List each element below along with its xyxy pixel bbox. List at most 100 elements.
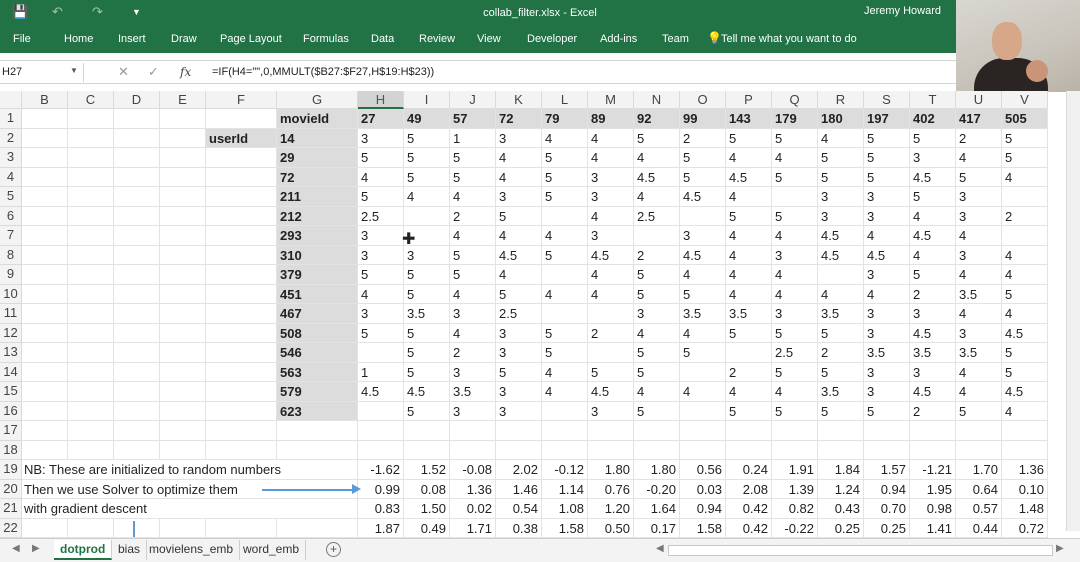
row-header-14[interactable]: 14	[0, 362, 22, 382]
rating-cell[interactable]: 5	[864, 401, 910, 421]
rating-cell[interactable]: 4	[956, 362, 1002, 382]
rating-cell[interactable]: 4	[818, 284, 864, 304]
row-header-22[interactable]: 22	[0, 518, 22, 538]
grid-cell[interactable]	[450, 421, 496, 441]
factor-cell[interactable]: 0.98	[910, 499, 956, 519]
grid-cell[interactable]	[818, 440, 864, 460]
rating-cell[interactable]: 5	[450, 167, 496, 187]
rating-cell[interactable]: 1	[450, 128, 496, 148]
row-header-17[interactable]: 17	[0, 421, 22, 441]
row-header-6[interactable]: 6	[0, 206, 22, 226]
rating-cell[interactable]: 3	[772, 245, 818, 265]
row-header-11[interactable]: 11	[0, 304, 22, 324]
grid-cell[interactable]	[542, 206, 588, 226]
grid-cell[interactable]	[68, 148, 114, 168]
grid-cell[interactable]	[68, 382, 114, 402]
grid-cell[interactable]	[160, 421, 206, 441]
rating-cell[interactable]: 5	[1002, 343, 1048, 363]
rating-cell[interactable]: 4	[956, 382, 1002, 402]
rating-cell[interactable]: 4.5	[634, 167, 680, 187]
rating-cell[interactable]: 3	[496, 187, 542, 207]
rating-cell[interactable]: 4	[1002, 401, 1048, 421]
rating-cell[interactable]: 3	[588, 226, 634, 246]
rating-cell[interactable]: 4.5	[1002, 323, 1048, 343]
rating-cell[interactable]: 4	[496, 148, 542, 168]
grid-cell[interactable]	[588, 343, 634, 363]
factor-cell[interactable]: 0.17	[634, 518, 680, 538]
factor-cell[interactable]: 1.70	[956, 460, 1002, 480]
factor-cell[interactable]: 1.95	[910, 479, 956, 499]
rating-cell[interactable]: 5	[404, 167, 450, 187]
rating-cell[interactable]: 4	[680, 265, 726, 285]
rating-cell[interactable]: 5	[818, 167, 864, 187]
row-header-9[interactable]: 9	[0, 265, 22, 285]
grid-cell[interactable]	[680, 206, 726, 226]
factor-cell[interactable]: 0.82	[772, 499, 818, 519]
grid-cell[interactable]	[404, 206, 450, 226]
rating-cell[interactable]: 4	[542, 128, 588, 148]
grid-cell[interactable]	[22, 167, 68, 187]
rating-cell[interactable]: 4	[1002, 167, 1048, 187]
enter-icon[interactable]: ✓	[148, 64, 159, 80]
rating-cell[interactable]: 4.5	[910, 382, 956, 402]
rating-cell[interactable]: 4	[956, 265, 1002, 285]
grid-cell[interactable]	[542, 440, 588, 460]
grid-cell[interactable]	[22, 245, 68, 265]
rating-cell[interactable]: 4.5	[818, 245, 864, 265]
rating-cell[interactable]: 4.5	[358, 382, 404, 402]
rating-cell[interactable]: 4	[634, 382, 680, 402]
rating-cell[interactable]: 4.5	[588, 245, 634, 265]
rating-cell[interactable]: 4	[542, 382, 588, 402]
rating-cell[interactable]: 5	[680, 148, 726, 168]
grid-cell[interactable]	[542, 421, 588, 441]
rating-cell[interactable]: 4	[496, 226, 542, 246]
row-header-3[interactable]: 3	[0, 148, 22, 168]
factor-cell[interactable]: -0.22	[772, 518, 818, 538]
rating-cell[interactable]: 4.5	[680, 245, 726, 265]
grid-cell[interactable]	[206, 421, 277, 441]
factor-cell[interactable]: 0.72	[1002, 518, 1048, 538]
rating-cell[interactable]: 2	[680, 128, 726, 148]
rating-cell[interactable]: 3	[496, 401, 542, 421]
grid-cell[interactable]	[206, 245, 277, 265]
hscroll-right-icon[interactable]: ▶	[1056, 543, 1064, 554]
rating-cell[interactable]: 5	[450, 265, 496, 285]
grid-cell[interactable]	[206, 109, 277, 129]
grid-cell[interactable]	[956, 421, 1002, 441]
column-header-Q[interactable]: Q	[772, 91, 818, 109]
column-header-H[interactable]: H	[358, 91, 404, 109]
grid-cell[interactable]	[114, 382, 160, 402]
rating-cell[interactable]: 5	[404, 362, 450, 382]
factor-cell[interactable]: 1.41	[910, 518, 956, 538]
rating-cell[interactable]: 3	[956, 245, 1002, 265]
rating-cell[interactable]: 5	[450, 148, 496, 168]
rating-cell[interactable]: 5	[864, 167, 910, 187]
grid-cell[interactable]	[114, 343, 160, 363]
grid-cell[interactable]	[277, 440, 358, 460]
grid-cell[interactable]	[358, 401, 404, 421]
rating-cell[interactable]: 5	[680, 284, 726, 304]
column-header-I[interactable]: I	[404, 91, 450, 109]
row-header-18[interactable]: 18	[0, 440, 22, 460]
rating-cell[interactable]: 5	[404, 323, 450, 343]
grid-cell[interactable]	[160, 440, 206, 460]
grid-cell[interactable]	[588, 304, 634, 324]
rating-cell[interactable]: 4	[634, 148, 680, 168]
grid-cell[interactable]	[404, 440, 450, 460]
rating-cell[interactable]: 5	[772, 401, 818, 421]
rating-cell[interactable]: 3	[588, 167, 634, 187]
row-header-13[interactable]: 13	[0, 343, 22, 363]
rating-cell[interactable]: 3	[864, 206, 910, 226]
grid-cell[interactable]	[68, 245, 114, 265]
rating-cell[interactable]: 4.5	[588, 382, 634, 402]
rating-cell[interactable]: 4.5	[910, 167, 956, 187]
rating-cell[interactable]: 3	[864, 304, 910, 324]
grid-cell[interactable]	[206, 401, 277, 421]
tab-page-layout[interactable]: Page Layout	[220, 33, 282, 46]
rating-cell[interactable]: 4	[588, 128, 634, 148]
grid-cell[interactable]	[114, 284, 160, 304]
grid-cell[interactable]	[680, 401, 726, 421]
grid-cell[interactable]	[277, 518, 358, 538]
rating-cell[interactable]: 4	[726, 226, 772, 246]
rating-cell[interactable]: 4.5	[496, 245, 542, 265]
